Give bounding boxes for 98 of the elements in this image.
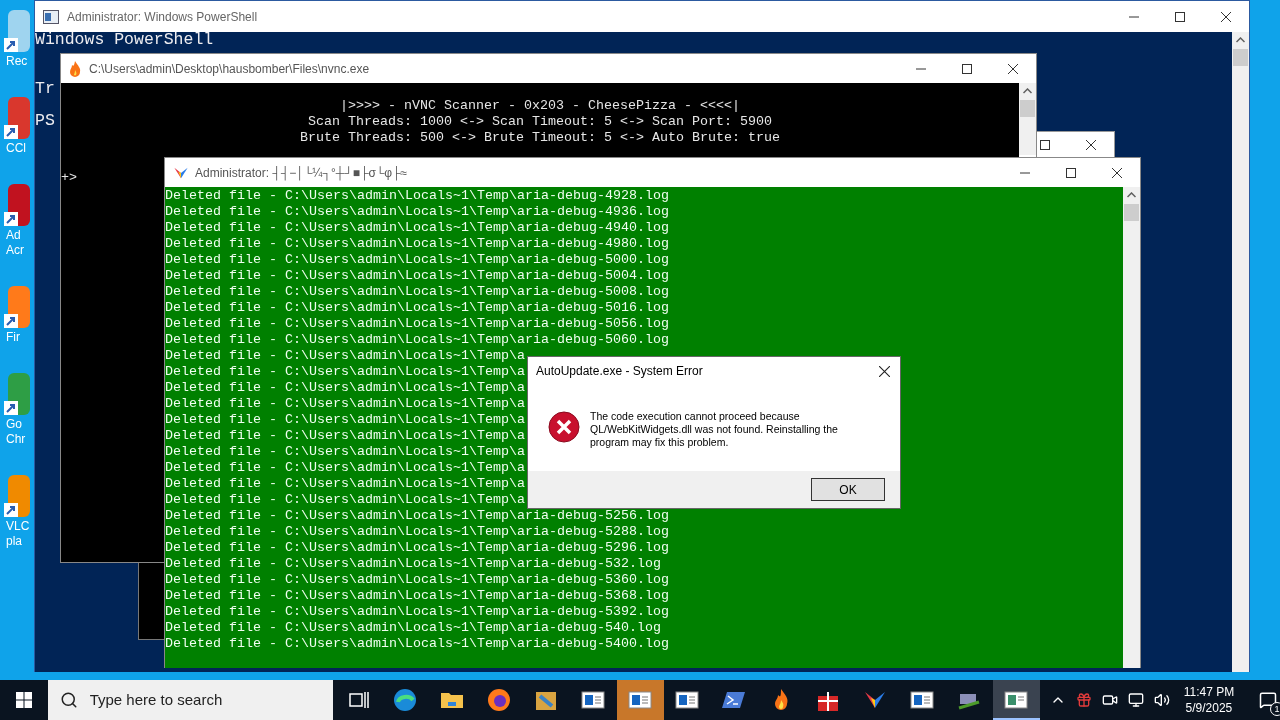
- window-title: Administrator: Windows PowerShell: [67, 8, 258, 26]
- maximize-icon[interactable]: [962, 63, 972, 74]
- icon-label: VLC: [5, 519, 30, 534]
- console-line: Deleted file - C:\Users\admin\Locals~1\Temp\a: [165, 476, 525, 491]
- console-line: PS: [35, 111, 55, 130]
- icon-label: Fir: [5, 330, 20, 345]
- console-line: Windows PowerShell: [35, 30, 214, 49]
- console-line: Deleted file - C:\Users\admin\Locals~1\Temp\aria-debug-5004.log: [165, 268, 669, 283]
- console-line: Deleted file - C:\Users\admin\Locals~1\Temp\aria-debug-5056.log: [165, 316, 669, 331]
- console-line: Deleted file - C:\Users\admin\Locals~1\Temp\a: [165, 428, 525, 443]
- gift-icon: [1075, 692, 1092, 708]
- clock-date[interactable]: 5/9/2025: [1185, 700, 1233, 716]
- console-line: Deleted file - C:\Users\admin\Locals~1\Temp\a: [165, 380, 525, 395]
- console-line: Deleted file - C:\Users\admin\Locals~1\Temp\aria-debug-4980.log: [165, 236, 669, 251]
- console-line: Tr: [35, 79, 55, 98]
- shortcut-icon[interactable]: [4, 97, 30, 141]
- scroll-up-icon[interactable]: [1127, 192, 1136, 198]
- search-icon: [59, 691, 78, 709]
- console-line: Deleted file - C:\Users\admin\Locals~1\Temp\aria-debug-5392.log: [165, 604, 669, 619]
- scrollbar[interactable]: [1019, 83, 1036, 155]
- close-icon[interactable]: [1221, 11, 1231, 22]
- close-icon[interactable]: [1086, 140, 1096, 150]
- console-line: Deleted file - C:\Users\admin\Locals~1\Temp\a: [165, 444, 525, 459]
- network-icon: [1127, 692, 1144, 708]
- window-title: Administrator: ┤┤−│└¼┐°┼┘■├σ└φ├≈: [195, 164, 408, 182]
- shortcut-icon[interactable]: [4, 286, 30, 330]
- icon-label: Go: [5, 417, 22, 432]
- window-title: C:\Users\admin\Desktop\hausbomber\Files\nvnc.exe: [89, 60, 370, 78]
- volume-icon: [1153, 692, 1170, 708]
- camera-icon: [1101, 692, 1118, 708]
- notification-count: 1: [1270, 702, 1280, 716]
- edge-icon: [393, 688, 418, 712]
- banner-line: |>>>> - nVNC Scanner - 0x203 - CheesePizza - <<<<|: [340, 98, 740, 114]
- maximize-icon[interactable]: [1175, 11, 1185, 22]
- console-window-icon: [1004, 688, 1029, 712]
- close-icon[interactable]: [1112, 167, 1122, 178]
- shortcut-icon[interactable]: [4, 10, 30, 54]
- scroll-up-icon[interactable]: [1236, 37, 1245, 43]
- flame-icon: [69, 60, 81, 77]
- console-line: Deleted file - C:\Users\admin\Locals~1\Temp\aria-debug-5008.log: [165, 284, 669, 299]
- console-line: Deleted file - C:\Users\admin\Locals~1\Temp\aria-debug-5256.log: [165, 508, 669, 523]
- window-icon: [581, 688, 606, 712]
- console-line: Deleted file - C:\Users\admin\Locals~1\Temp\aria-debug-5060.log: [165, 332, 669, 347]
- banner-line: Scan Threads: 1000 <-> Scan Timeout: 5 <-> Scan Port: 5900: [308, 114, 772, 130]
- shortcut-icon[interactable]: [4, 475, 30, 519]
- scroll-thumb[interactable]: [1124, 204, 1139, 221]
- maximize-icon[interactable]: [1066, 167, 1076, 178]
- console-line: Deleted file - C:\Users\admin\Locals~1\Temp\a: [165, 492, 525, 507]
- console-prompt: +>: [61, 170, 77, 185]
- console-line: Deleted file - C:\Users\admin\Locals~1\Temp\aria-debug-5296.log: [165, 540, 669, 555]
- search-field[interactable]: Type here to search: [47, 680, 333, 720]
- maximize-icon[interactable]: [1040, 140, 1050, 150]
- console-line: Deleted file - C:\Users\admin\Locals~1\Temp\a: [165, 396, 525, 411]
- dialog-title: AutoUpdate.exe - System Error: [536, 363, 703, 380]
- icon-label: Chr: [5, 432, 26, 447]
- icon-label: Ad: [5, 228, 21, 243]
- windows-icon: [15, 692, 32, 708]
- console-line: Deleted file - C:\Users\admin\Locals~1\Temp\aria-debug-5400.log: [165, 636, 669, 651]
- window-icon: [628, 688, 653, 712]
- error-icon: [548, 411, 580, 443]
- close-icon[interactable]: [1008, 63, 1018, 74]
- icon-label: pla: [5, 534, 22, 549]
- console-icon: [43, 9, 59, 24]
- scroll-up-icon[interactable]: [1023, 88, 1032, 94]
- close-icon[interactable]: [879, 365, 890, 377]
- console-line: Deleted file - C:\Users\admin\Locals~1\Temp\aria-debug-4936.log: [165, 204, 669, 219]
- error-message: The code execution cannot proceed because QL/WebKitWidgets.dll was not found. Reinstalling the program may fix this problem.: [590, 410, 839, 449]
- scroll-thumb[interactable]: [1020, 100, 1035, 117]
- console-line: Deleted file - C:\Users\admin\Locals~1\Temp\aria-debug-5000.log: [165, 252, 669, 267]
- icon-label: CCl: [5, 141, 26, 156]
- console-line: Deleted file - C:\Users\admin\Locals~1\Temp\aria-debug-5016.log: [165, 300, 669, 315]
- banner-line: Brute Threads: 500 <-> Brute Timeout: 5 <-> Auto Brute: true: [300, 130, 780, 146]
- icon-label: Acr: [5, 243, 24, 258]
- window-icon: [910, 688, 935, 712]
- console-line: Deleted file - C:\Users\admin\Locals~1\Temp\aria-debug-5368.log: [165, 588, 669, 603]
- window-icon: [675, 688, 700, 712]
- console-line: Deleted file - C:\Users\admin\Locals~1\Temp\a: [165, 412, 525, 427]
- console-line: Deleted file - C:\Users\admin\Locals~1\Temp\aria-debug-4940.log: [165, 220, 669, 235]
- shortcut-icon[interactable]: [4, 373, 30, 417]
- taskbar-app[interactable]: [616, 680, 664, 720]
- taskbar-app[interactable]: [992, 680, 1040, 720]
- console-line: Deleted file - C:\Users\admin\Locals~1\Temp\aria-debug-5360.log: [165, 572, 669, 587]
- search-placeholder: Type here to search: [89, 689, 223, 710]
- firefox-icon: [487, 688, 512, 712]
- shortcut-icon[interactable]: [4, 184, 30, 228]
- icon-label: Rec: [5, 54, 28, 69]
- console-line: Deleted file - C:\Users\admin\Locals~1\Temp\aria-debug-532.log: [165, 556, 661, 571]
- console-line: Deleted file - C:\Users\admin\Locals~1\Temp\aria-debug-5288.log: [165, 524, 669, 539]
- console-line: Deleted file - C:\Users\admin\Locals~1\Temp\aria-debug-4928.log: [165, 188, 669, 203]
- console-line: Deleted file - C:\Users\admin\Locals~1\Temp\a: [165, 364, 525, 379]
- scroll-thumb[interactable]: [1233, 49, 1248, 66]
- console-line: Deleted file - C:\Users\admin\Locals~1\Temp\a: [165, 460, 525, 475]
- console-line: Deleted file - C:\Users\admin\Locals~1\Temp\a: [165, 348, 525, 363]
- ok-button[interactable]: OK: [811, 478, 885, 501]
- scrollbar[interactable]: [1123, 187, 1140, 668]
- scrollbar[interactable]: [1232, 32, 1249, 672]
- console-line: Deleted file - C:\Users\admin\Locals~1\Temp\aria-debug-540.log: [165, 620, 661, 635]
- clock-time[interactable]: 11:47 PM: [1183, 684, 1235, 700]
